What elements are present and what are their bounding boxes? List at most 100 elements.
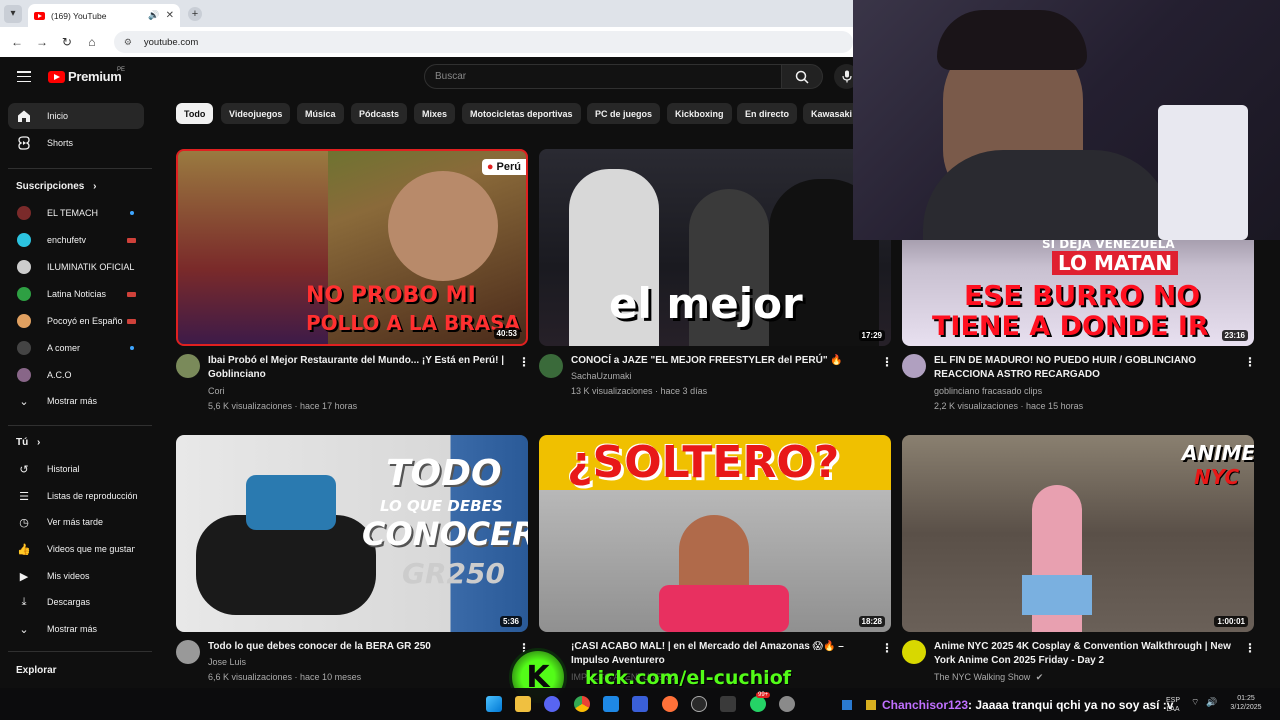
- obs-icon[interactable]: [691, 696, 707, 712]
- sidebar-item-el-temach[interactable]: EL TEMACH: [8, 200, 144, 226]
- network-icon[interactable]: ⌔: [1191, 697, 1199, 708]
- chevron-right-icon: ›: [37, 437, 41, 448]
- streamer-hair: [937, 10, 1087, 70]
- home-button-icon[interactable]: ⌂: [81, 31, 103, 53]
- more-options-icon[interactable]: ⋮: [518, 355, 530, 369]
- sidebar-item-playlists[interactable]: ☰ Listas de reproducción: [8, 483, 144, 509]
- address-bar[interactable]: ⚙ youtube.com: [113, 31, 853, 53]
- roblox-icon[interactable]: [632, 696, 648, 712]
- you-heading[interactable]: Tú ›: [16, 437, 40, 448]
- video-title[interactable]: EL FIN DE MADURO! NO PUEDO HUIR / GOBLIN…: [934, 354, 1234, 382]
- chip-podcasts[interactable]: Pódcasts: [351, 103, 408, 124]
- sidebar-item-a-comer[interactable]: A comer: [8, 335, 144, 361]
- video-title[interactable]: Todo lo que debes conocer de la BERA GR …: [208, 640, 508, 654]
- channel-name[interactable]: The NYC Walking Show ✔: [934, 672, 1043, 683]
- back-arrow-icon[interactable]: ←: [6, 31, 28, 53]
- sidebar-item-liked[interactable]: 👍 Videos que me gustan: [8, 536, 144, 562]
- video-title[interactable]: ¡CASI ACABO MAL! | en el Mercado del Ama…: [571, 640, 871, 668]
- search-button[interactable]: [781, 64, 823, 89]
- menu-icon[interactable]: [17, 71, 31, 83]
- video-title[interactable]: Ibai Probó el Mejor Restaurante del Mund…: [208, 354, 508, 382]
- sidebar-item-pocoyo[interactable]: Pocoyó en Español -...: [8, 308, 144, 334]
- video-thumbnail[interactable]: TODO LO QUE DEBES CONOCER GR250 5:36: [176, 435, 528, 632]
- more-options-icon[interactable]: ⋮: [1244, 641, 1256, 655]
- volume-icon[interactable]: 🔊: [1206, 697, 1217, 708]
- chip-motocicletas[interactable]: Motocicletas deportivas: [462, 103, 581, 124]
- chip-pc-de-juegos[interactable]: PC de juegos: [587, 103, 661, 124]
- sidebar-item-latina-noticias[interactable]: Latina Noticias: [8, 281, 144, 307]
- channel-avatar[interactable]: [902, 354, 926, 378]
- chrome-icon[interactable]: [574, 696, 590, 712]
- chat-platform-icon: [842, 700, 852, 710]
- thumbnail-text: LO QUE DEBES: [380, 497, 503, 515]
- sidebar-item-label: Mostrar más: [47, 624, 98, 634]
- location-pin-icon: ●: [486, 161, 494, 173]
- speaker-icon[interactable]: 🔊: [148, 10, 159, 21]
- chip-kawasaki[interactable]: Kawasaki: [803, 103, 861, 124]
- sidebar-item-downloads[interactable]: ⤓ Descargas: [8, 589, 144, 615]
- sidebar-item-label: Videos que me gustan: [47, 544, 135, 554]
- more-options-icon[interactable]: ⋮: [881, 355, 893, 369]
- sidebar-divider: [8, 651, 152, 652]
- video-thumbnail[interactable]: el mejor 17:29: [539, 149, 891, 346]
- video-thumbnail[interactable]: ● Perú NO PROBO MI POLLO A LA BRASA 40:5…: [176, 149, 528, 346]
- subscriptions-heading[interactable]: Suscripciones ›: [16, 181, 96, 192]
- start-icon[interactable]: [486, 696, 502, 712]
- sidebar-item-aco[interactable]: A.C.O: [8, 362, 144, 388]
- sidebar-item-show-more-subs[interactable]: ⌄ Mostrar más: [8, 388, 144, 414]
- sidebar-item-enchufetv[interactable]: enchufetv: [8, 227, 144, 253]
- webcam-overlay: [853, 0, 1280, 240]
- chip-todo[interactable]: Todo: [176, 103, 214, 124]
- whatsapp-icon[interactable]: [750, 696, 766, 712]
- reload-icon[interactable]: ↻: [56, 31, 78, 53]
- search-input[interactable]: Buscar: [424, 64, 782, 89]
- clock[interactable]: 01:25 3/12/2025: [1226, 694, 1266, 712]
- more-options-icon[interactable]: ⋮: [881, 641, 893, 655]
- chip-en-directo[interactable]: En directo: [737, 103, 798, 124]
- video-thumbnail[interactable]: ANIME NYC 1:00:01: [902, 435, 1254, 632]
- site-info-icon[interactable]: ⚙: [124, 37, 136, 47]
- file-explorer-icon[interactable]: [515, 696, 531, 712]
- avatar: [17, 287, 31, 301]
- verified-icon: ✔: [1035, 672, 1044, 682]
- youtube-premium-logo[interactable]: Premium: [48, 69, 122, 84]
- sidebar-item-iluminatik[interactable]: ILUMINATIK OFICIAL: [8, 254, 144, 280]
- tab-close-icon[interactable]: ✕: [166, 10, 174, 21]
- channel-name[interactable]: Cori: [208, 386, 225, 396]
- more-options-icon[interactable]: ⋮: [1244, 355, 1256, 369]
- channel-name[interactable]: SachaUzumaki: [571, 371, 632, 381]
- chat-message: Chanchisor123: Jaaaa tranqui qchi ya no …: [882, 698, 1173, 712]
- chip-kickboxing[interactable]: Kickboxing: [667, 103, 732, 124]
- video-meta: 5,6 K visualizaciones · hace 17 horas: [208, 401, 358, 411]
- channel-avatar[interactable]: [176, 640, 200, 664]
- sidebar-item-watch-later[interactable]: ◷ Ver más tarde: [8, 509, 144, 535]
- chip-mixes[interactable]: Mixes: [414, 103, 456, 124]
- channel-avatar[interactable]: [902, 640, 926, 664]
- tab-search-button[interactable]: ▾: [4, 4, 22, 23]
- search-icon: [795, 70, 809, 84]
- forward-arrow-icon[interactable]: →: [31, 31, 53, 53]
- vscode-icon[interactable]: [603, 696, 619, 712]
- settings-gear-icon[interactable]: [779, 696, 795, 712]
- discord-icon[interactable]: [544, 696, 560, 712]
- sidebar-item-shorts[interactable]: Shorts: [8, 130, 144, 156]
- browser-tab[interactable]: (169) YouTube 🔊 ✕: [28, 4, 180, 27]
- channel-name[interactable]: goblinciano fracasado clips: [934, 386, 1042, 396]
- new-tab-button[interactable]: +: [188, 6, 202, 21]
- app-icon[interactable]: [720, 696, 736, 712]
- thumbnail-text: ESE BURRO NO: [964, 279, 1201, 312]
- video-thumbnail[interactable]: ¿SOLTERO? 18:28: [539, 435, 891, 632]
- video-title[interactable]: CONOCÍ a JAZE "EL MEJOR FREESTYLER del P…: [571, 354, 871, 368]
- channel-avatar[interactable]: [539, 354, 563, 378]
- firefox-icon[interactable]: [662, 696, 678, 712]
- language-indicator[interactable]: ESP LAA: [1162, 696, 1184, 714]
- sidebar-item-history[interactable]: ↺ Historial: [8, 456, 144, 482]
- video-title[interactable]: Anime NYC 2025 4K Cosplay & Convention W…: [934, 640, 1244, 668]
- channel-avatar[interactable]: [176, 354, 200, 378]
- chip-videojuegos[interactable]: Videojuegos: [221, 103, 291, 124]
- sidebar-item-show-more-you[interactable]: ⌄ Mostrar más: [8, 616, 144, 642]
- sidebar-item-my-videos[interactable]: ▶ Mis videos: [8, 563, 144, 589]
- sidebar-item-inicio[interactable]: Inicio: [8, 103, 144, 129]
- chip-musica[interactable]: Música: [297, 103, 344, 124]
- channel-name[interactable]: Jose Luis: [208, 657, 246, 667]
